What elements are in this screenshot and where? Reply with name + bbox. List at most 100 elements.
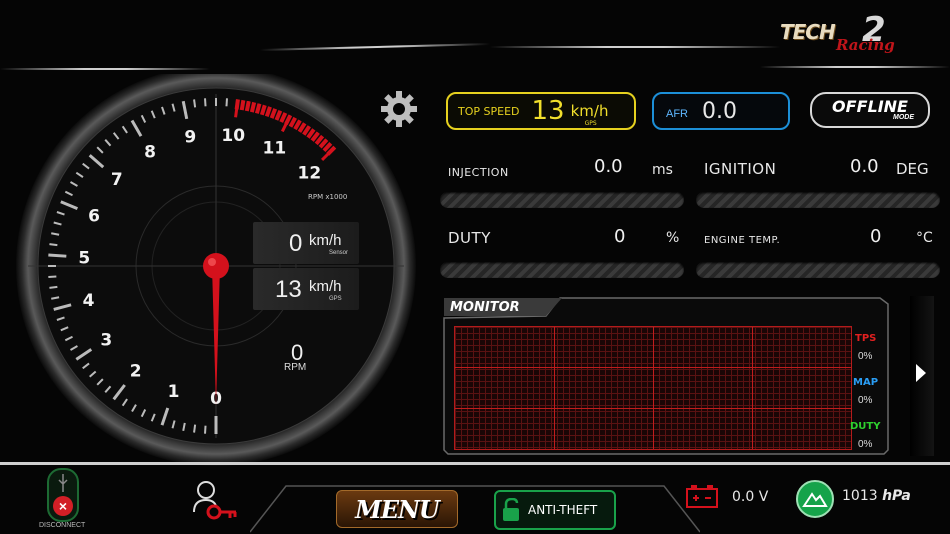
header-line-right2 [760, 66, 950, 68]
pressure-unit: hPa [882, 488, 911, 504]
legend-tps-value: 0% [858, 351, 873, 362]
offline-mode-button[interactable]: OFFLINE MODE [810, 92, 930, 128]
legend-map-label: MAP [853, 377, 879, 388]
redline-segment [249, 101, 257, 113]
menu-button-label: MENU [355, 494, 440, 524]
afr-value: 0.0 [702, 98, 737, 124]
header-line-mid [260, 42, 490, 52]
afr-label: AFR [666, 108, 688, 120]
duty-unit: % [666, 230, 680, 246]
speed-sensor-source: Sensor [329, 250, 349, 256]
rpm-label-7: 7 [111, 170, 123, 190]
gauge-minor-tick [204, 425, 207, 434]
brand-text: TECH [780, 20, 836, 44]
top-speed-label: TOP SPEED [458, 104, 520, 118]
monitor-title: MONITOR [450, 300, 520, 315]
redline-segment [234, 99, 240, 110]
pressure-value: 1013 hPa [842, 488, 911, 504]
duty-value: 0 [614, 226, 626, 247]
barometer-icon [796, 480, 834, 518]
anti-theft-label: ANTI-THEFT [528, 503, 598, 517]
anti-theft-button[interactable]: ANTI-THEFT [494, 490, 616, 530]
gauge-minor-tick [48, 275, 57, 278]
mountain-icon [802, 492, 828, 507]
menu-button[interactable]: MENU [336, 490, 458, 528]
engine-temp-bar [696, 262, 940, 278]
legend-duty-value: 0% [858, 439, 873, 450]
disconnect-label: DISCONNECT [39, 522, 86, 529]
needle-hub-highlight [208, 258, 216, 266]
offline-mode-text: OFFLINE [832, 96, 908, 116]
rpm-readout-unit: RPM [284, 362, 307, 373]
gauge-minor-tick [49, 285, 58, 289]
bottom-panel-outline [250, 485, 700, 533]
header-line-left [0, 68, 210, 70]
brand-sub: Racing [836, 36, 895, 54]
header-line-right [490, 46, 780, 48]
engine-temp-unit: °C [916, 230, 933, 246]
usb-icon [58, 474, 68, 492]
top-speed-source: GPS [584, 120, 597, 127]
rpm-label-6: 6 [88, 206, 100, 226]
monitor-chart [454, 326, 852, 450]
engine-temp-value: 0 [870, 226, 882, 247]
battery-voltage: 0.0 V [732, 489, 769, 505]
ignition-unit: DEG [896, 160, 929, 178]
bottom-divider [0, 462, 950, 465]
pressure-number: 1013 [842, 488, 878, 504]
gauge-major-tick [48, 253, 67, 258]
gauge-minor-tick [193, 99, 197, 108]
rpm-label-10: 10 [221, 126, 245, 146]
user-key-icon[interactable] [192, 478, 240, 522]
offline-mode-sub: MODE [893, 113, 914, 121]
injection-bar [440, 192, 684, 208]
rpm-label-8: 8 [144, 143, 156, 163]
gauge-minor-tick [193, 424, 197, 433]
battery-icon [686, 485, 718, 508]
injection-unit: ms [652, 162, 673, 178]
afr-display: AFR 0.0 [652, 92, 790, 130]
top-speed-display: TOP SPEED 13 km/h GPS [446, 92, 636, 130]
speed-sensor-value: 0 [289, 230, 303, 257]
legend-tps-label: TPS [855, 333, 877, 344]
legend-map-value: 0% [858, 395, 873, 406]
ignition-label: IGNITION [704, 160, 777, 178]
top-speed-unit: km/h GPS [570, 102, 609, 127]
rpm-label-2: 2 [130, 362, 142, 382]
speed-gps-source: GPS [329, 296, 342, 302]
gauge-minor-tick [49, 243, 58, 247]
speed-sensor-box: 0 km/h Sensor [253, 222, 359, 264]
brand-logo: TECH 2 Racing [778, 10, 908, 56]
ignition-bar [696, 192, 940, 208]
redline-segment [244, 100, 251, 112]
gauge-minor-tick [204, 98, 207, 107]
rpm-label-5: 5 [78, 248, 90, 268]
duty-bar [440, 262, 684, 278]
speed-gps-unit: km/h [309, 278, 342, 295]
rpm-label-1: 1 [168, 382, 180, 402]
unlock-icon [503, 498, 519, 521]
injection-label: INJECTION [448, 166, 509, 179]
needle-hub [203, 253, 229, 279]
next-page-arrow-icon[interactable] [916, 364, 926, 382]
rpm-label-9: 9 [184, 128, 196, 148]
rpm-label-3: 3 [100, 330, 112, 350]
speed-gps-value: 13 [275, 276, 302, 303]
disconnect-button[interactable]: × [47, 468, 79, 522]
redline-segment [254, 103, 262, 114]
engine-temp-label: ENGINE TEMP. [704, 235, 781, 246]
top-speed-value: 13 [531, 96, 565, 126]
gauge-minor-tick [225, 98, 228, 107]
top-speed-unit-text: km/h [570, 102, 609, 120]
disconnect-x-icon: × [53, 496, 73, 516]
settings-gear-icon[interactable] [380, 90, 418, 128]
speed-sensor-unit: km/h [309, 232, 342, 249]
speed-gps-box: 13 km/h GPS [253, 268, 359, 310]
rpm-label-12: 12 [298, 164, 322, 184]
legend-duty-label: DUTY [850, 421, 881, 432]
rpm-unit-label: RPM x1000 [308, 193, 347, 201]
redline-segment [239, 99, 246, 111]
rpm-label-4: 4 [83, 291, 95, 311]
grid-line-v3 [752, 327, 753, 449]
redline-segment [259, 104, 267, 116]
